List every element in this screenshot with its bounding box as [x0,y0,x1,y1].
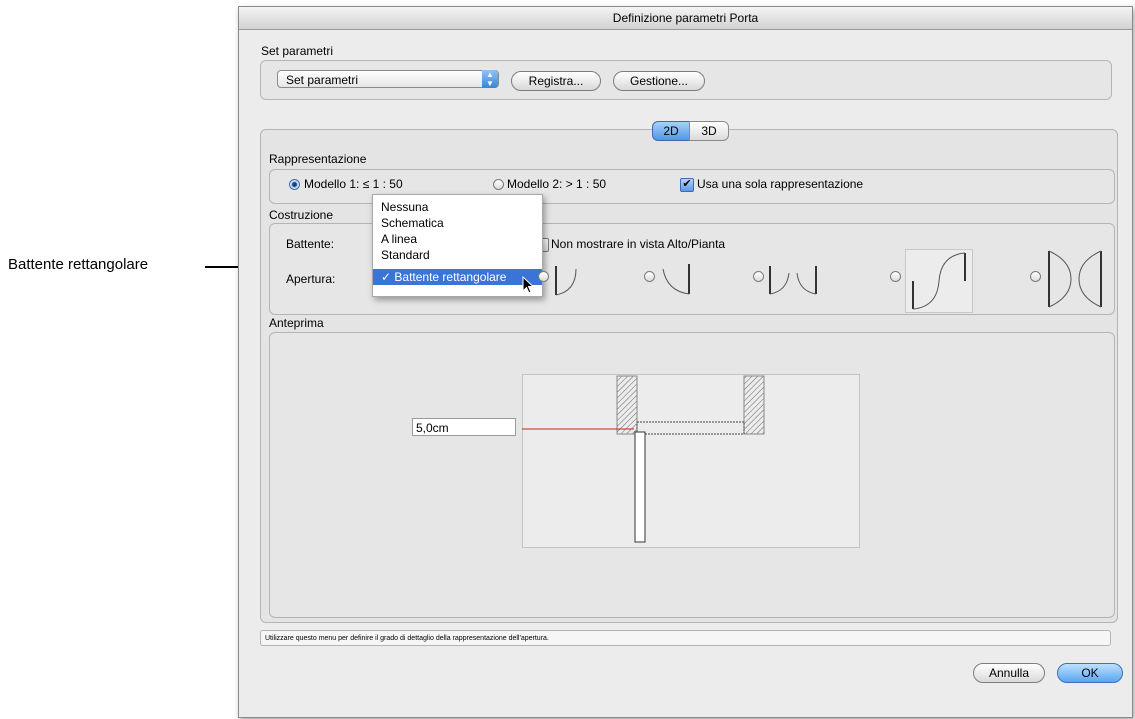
battente-label: Battente: [286,237,335,251]
ok-button[interactable]: OK [1057,663,1123,683]
menu-item-nessuna[interactable]: Nessuna [373,199,542,215]
dimension-input-value: 5,0cm [416,421,449,435]
opening-option-4-radio[interactable] [890,271,901,282]
radio-modello-1[interactable] [289,179,300,190]
menu-item-a-linea[interactable]: A linea [373,231,542,247]
tab-2d[interactable]: 2D [652,121,690,141]
opening-option-3-radio[interactable] [753,271,764,282]
battente-dropdown-menu[interactable]: Nessuna Schematica A linea Standard ✓ Ba… [372,194,543,297]
radio-modello-2-label: Modello 2: > 1 : 50 [507,177,607,191]
mouse-pointer-icon [522,276,535,294]
dialog-window: Definizione parametri Porta Set parametr… [238,6,1133,718]
opening-option-4-icon [912,252,966,310]
single-representation-checkbox[interactable]: ✔ [680,178,694,192]
cancel-button[interactable]: Annulla [973,663,1045,683]
door-preview-drawing [522,375,765,543]
set-parametri-popup[interactable]: Set parametri ▲ ▼ [277,70,499,88]
opening-option-5-radio[interactable] [1030,271,1041,282]
status-text: Utilizzare questo menu per definire il g… [265,635,549,642]
rappresentazione-label: Rappresentazione [269,152,367,166]
menu-item-standard[interactable]: Standard [373,247,542,263]
set-parametri-popup-value: Set parametri [286,73,359,87]
manage-button[interactable]: Gestione... [613,71,705,91]
radio-modello-1-label: Modello 1: ≤ 1 : 50 [304,177,403,191]
tab-3d[interactable]: 3D [689,121,729,141]
set-parametri-label: Set parametri [261,44,334,58]
single-representation-label: Usa una sola rappresentazione [697,177,864,191]
apertura-label: Apertura: [286,272,336,286]
status-bar: Utilizzare questo menu per definire il g… [260,630,1111,646]
window-title: Definizione parametri Porta [239,7,1132,30]
callout-label: Battente rettangolare [8,256,149,273]
hide-in-plan-label: Non mostrare in vista Alto/Pianta [551,237,726,251]
dimension-input[interactable]: 5,0cm [412,418,516,436]
opening-option-1-radio[interactable] [538,271,549,282]
radio-modello-2[interactable] [493,179,504,190]
opening-option-1-icon[interactable] [554,263,584,297]
register-button[interactable]: Registra... [511,71,601,91]
opening-option-2-icon [662,264,690,295]
opening-option-3-icon [769,266,817,295]
menu-item-schematica[interactable]: Schematica [373,215,542,231]
opening-option-5-icon [1048,250,1102,308]
popup-arrows-icon: ▲ ▼ [482,70,498,88]
anteprima-label: Anteprima [269,316,324,330]
costruzione-label: Costruzione [269,208,334,222]
menu-item-battente-rettangolare[interactable]: ✓ Battente rettangolare [373,269,542,285]
opening-option-2-radio[interactable] [644,271,655,282]
